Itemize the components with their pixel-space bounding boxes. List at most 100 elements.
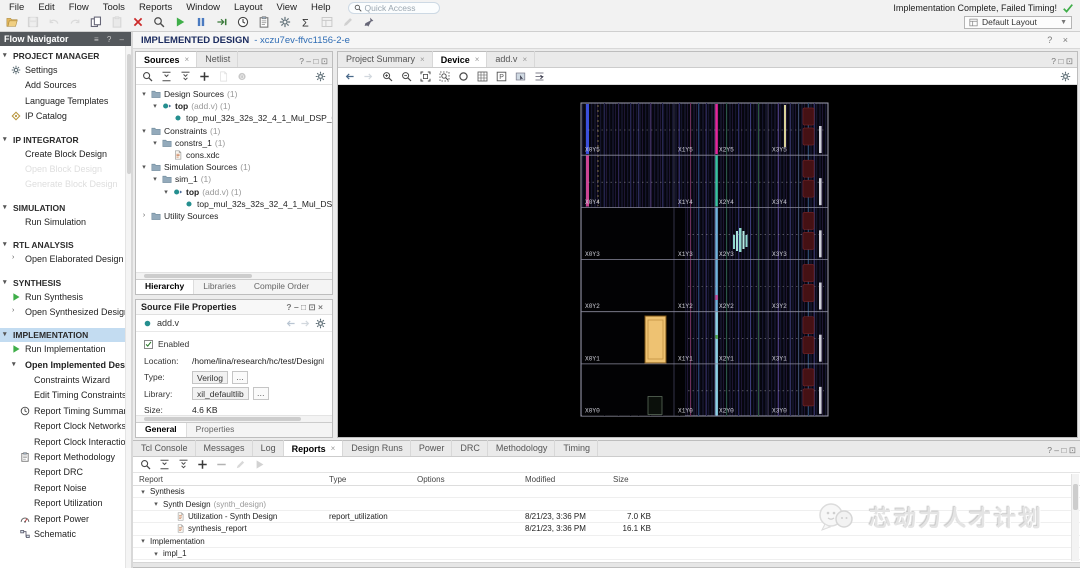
fn-item-language-templates[interactable]: Language Templates	[0, 94, 131, 109]
collapse-all-icon[interactable]	[159, 459, 170, 470]
menu-view[interactable]: View	[270, 1, 304, 14]
source-item-utility-sources[interactable]: › Utility Sources	[136, 210, 332, 222]
fn-item-run-synthesis[interactable]: Run Synthesis	[0, 290, 131, 305]
pin-button[interactable]	[363, 16, 375, 28]
device-window-controls[interactable]: ? □ ⊡	[1051, 56, 1077, 67]
sources-tab-sources[interactable]: Sources ×	[136, 51, 198, 67]
column-header-report[interactable]: Report	[133, 475, 323, 484]
settings-button[interactable]	[279, 16, 291, 28]
device-tab-device[interactable]: Device ×	[432, 51, 488, 67]
results-tab-messages[interactable]: Messages	[196, 440, 253, 456]
autofit-selection-icon[interactable]	[458, 71, 469, 82]
sources-view-tab-libraries[interactable]: Libraries	[194, 280, 245, 294]
elapsed-time-button[interactable]	[237, 16, 249, 28]
device-canvas[interactable]: X0Y5 X1Y5 X2Y5 X3Y5 X0Y4 X1Y4 X2Y4 X3Y4 X0Y3 X1Y3…	[338, 85, 1077, 437]
chevron-down-icon[interactable]: ▾	[152, 550, 160, 558]
sources-view-tab-compile-order[interactable]: Compile Order	[245, 280, 318, 294]
gear-icon[interactable]	[315, 71, 326, 82]
report-row-synth-design[interactable]: ▾ Synth Design (synth_design)	[133, 498, 1080, 511]
results-tab-power[interactable]: Power	[411, 440, 453, 456]
browse-button[interactable]: …	[232, 370, 248, 384]
open-file-icon[interactable]	[218, 71, 229, 82]
property-value-field[interactable]: xil_defaultlib	[192, 387, 249, 401]
results-tab-tcl-console[interactable]: Tcl Console	[133, 440, 196, 456]
fn-item-open-block-design[interactable]: Open Block Design	[0, 162, 131, 177]
run-icon[interactable]	[254, 459, 265, 470]
zoom-to-selection-icon[interactable]	[439, 71, 450, 82]
add-sources-icon[interactable]	[199, 71, 210, 82]
menu-help[interactable]: Help	[304, 1, 338, 14]
chevron-icon[interactable]: ▾	[140, 90, 148, 98]
fn-item-create-block-design[interactable]: Create Block Design	[0, 147, 131, 162]
fn-section-ip-integrator[interactable]: ▾ IP INTEGRATOR	[0, 133, 131, 147]
layout-grid-button[interactable]	[321, 16, 333, 28]
sources-view-tab-hierarchy[interactable]: Hierarchy	[136, 280, 195, 294]
device-tab-project-summary[interactable]: Project Summary ×	[338, 51, 433, 67]
results-tab-drc[interactable]: DRC	[452, 440, 488, 456]
fn-item-edit-timing-constraints[interactable]: Edit Timing Constraints	[0, 388, 131, 403]
chevron-down-icon[interactable]: ▾	[139, 488, 147, 496]
fn-item-report-noise[interactable]: Report Noise	[0, 481, 131, 496]
delete-button[interactable]	[132, 16, 144, 28]
close-icon[interactable]: ×	[420, 55, 425, 64]
expand-all-icon[interactable]	[178, 459, 189, 470]
zoom-out-icon[interactable]	[401, 71, 412, 82]
undo-button[interactable]	[48, 16, 60, 28]
zoom-fit-icon[interactable]	[420, 71, 431, 82]
source-item-constrs-1[interactable]: ▾ constrs_1 (1)	[136, 137, 332, 149]
forward-icon[interactable]	[300, 318, 311, 329]
copy-button[interactable]	[90, 16, 102, 28]
fn-item-constraints-wizard[interactable]: Constraints Wizard	[0, 373, 131, 388]
fn-item-schematic[interactable]: Schematic	[0, 527, 131, 542]
paste-button[interactable]	[111, 16, 123, 28]
sum-reports-button[interactable]: Σ	[300, 16, 312, 29]
fn-section-project-manager[interactable]: ▾ PROJECT MANAGER	[0, 49, 131, 63]
source-item-top[interactable]: ▾ top (add.v) (1)	[136, 100, 332, 112]
chevron-icon[interactable]: ▾	[151, 139, 159, 147]
gear-icon[interactable]	[1060, 71, 1071, 82]
fn-item-add-sources[interactable]: Add Sources	[0, 78, 131, 93]
clock-regions-icon[interactable]	[477, 71, 488, 82]
chevron-icon[interactable]: ▾	[151, 175, 159, 183]
report-button[interactable]	[258, 16, 270, 28]
menu-window[interactable]: Window	[179, 1, 227, 14]
edit-icon[interactable]	[235, 459, 246, 470]
chevron-icon[interactable]: ▾	[162, 188, 170, 196]
close-icon[interactable]: ×	[522, 55, 527, 64]
fn-section-synthesis[interactable]: ▾ SYNTHESIS	[0, 276, 131, 290]
properties-view-tab-properties[interactable]: Properties	[187, 423, 244, 437]
column-header-type[interactable]: Type	[323, 475, 411, 484]
chevron-right-icon[interactable]: ›	[12, 254, 14, 261]
properties-window-controls[interactable]: ? – □ ⊡ ×	[286, 302, 327, 313]
menu-tools[interactable]: Tools	[96, 1, 132, 14]
report-row-synthesis[interactable]: ▾ Synthesis	[133, 486, 1080, 499]
run-button[interactable]	[174, 16, 186, 28]
close-icon[interactable]: ×	[185, 55, 190, 64]
fn-item-report-clock-networks[interactable]: Report Clock Networks	[0, 419, 131, 434]
expand-all-icon[interactable]	[180, 71, 191, 82]
source-item-cons-xdc[interactable]: cons.xdc	[136, 149, 332, 161]
flow-navigator-header-icons[interactable]: ≡ ? –	[94, 35, 127, 44]
save-button[interactable]	[27, 16, 39, 28]
sources-hscrollbar[interactable]	[136, 272, 332, 279]
find-button[interactable]	[153, 16, 165, 28]
source-item-sim-1[interactable]: ▾ sim_1 (1)	[136, 173, 332, 185]
routing-resources-icon[interactable]	[534, 71, 545, 82]
report-row-utilization-synth-design[interactable]: Utilization - Synth Design report_utiliza…	[133, 511, 1080, 524]
fn-section-rtl-analysis[interactable]: ▾ RTL ANALYSIS	[0, 238, 131, 252]
source-item-top[interactable]: ▾ top (add.v) (1)	[136, 186, 332, 198]
search-icon[interactable]	[142, 71, 153, 82]
menu-file[interactable]: File	[2, 1, 31, 14]
redo-button[interactable]	[69, 16, 81, 28]
source-item-simulation-sources[interactable]: ▾ Simulation Sources (1)	[136, 161, 332, 173]
chevron-down-icon[interactable]: ▾	[12, 360, 16, 368]
add-icon[interactable]	[197, 459, 208, 470]
fn-item-settings[interactable]: Settings	[0, 63, 131, 78]
chevron-icon[interactable]: ▾	[140, 127, 148, 135]
chevron-icon[interactable]: ▾	[140, 163, 148, 171]
property-value-field[interactable]: Verilog	[192, 370, 228, 384]
back-icon[interactable]	[285, 318, 296, 329]
fn-item-run-simulation[interactable]: Run Simulation	[0, 215, 131, 230]
fn-item-report-utilization[interactable]: Report Utilization	[0, 496, 131, 511]
fn-item-run-implementation[interactable]: Run Implementation	[0, 342, 131, 357]
